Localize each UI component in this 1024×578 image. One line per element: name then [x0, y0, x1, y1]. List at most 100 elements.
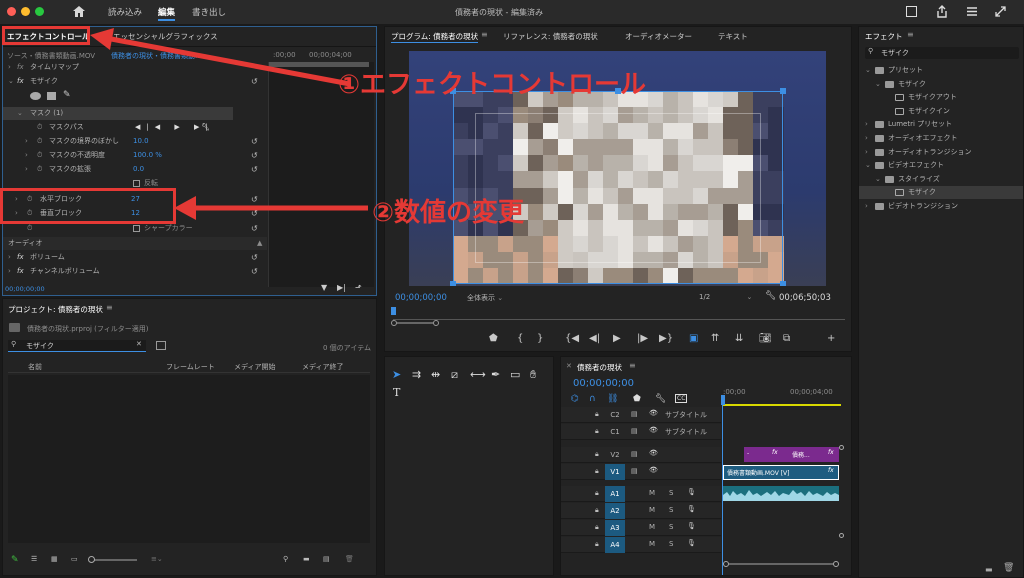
- mute-button[interactable]: M: [649, 540, 655, 548]
- timeline-playhead[interactable]: [721, 395, 725, 405]
- sync-lock-icon[interactable]: ▤: [631, 467, 638, 475]
- chevron-down-icon[interactable]: ⌄: [875, 173, 881, 186]
- track-header-a3[interactable]: 🔒︎ A3 M S 🎙︎: [561, 520, 721, 536]
- tab-reference[interactable]: リファレンス: 債務者の現状: [503, 31, 598, 42]
- solo-button[interactable]: S: [669, 489, 673, 497]
- ec-timecode[interactable]: 00;00;00;00: [5, 285, 45, 293]
- track-name[interactable]: V1: [605, 464, 625, 480]
- col-media-start[interactable]: メディア開始: [234, 362, 276, 372]
- nest-icon[interactable]: ⌬: [571, 394, 579, 404]
- list-view-icon[interactable]: ☰: [31, 555, 37, 563]
- chevron-right-icon[interactable]: ›: [865, 132, 868, 145]
- effects-tree-item[interactable]: モザイクアウト: [859, 91, 1023, 104]
- rect-mask-icon[interactable]: [47, 92, 56, 100]
- inverted-checkbox[interactable]: [133, 180, 140, 187]
- solo-button[interactable]: S: [669, 523, 673, 531]
- tab-edit[interactable]: 編集: [158, 6, 176, 21]
- track-name[interactable]: A1: [605, 486, 625, 502]
- lock-icon[interactable]: 🔒︎: [595, 427, 599, 436]
- effects-tree-item[interactable]: › オーディオエフェクト: [859, 132, 1023, 145]
- track-select-tool-icon[interactable]: ⇉: [412, 368, 421, 381]
- playhead-marker[interactable]: [391, 307, 396, 315]
- tab-audio-meter[interactable]: オーディオメーター: [625, 31, 692, 42]
- col-name[interactable]: 名前: [28, 362, 42, 372]
- lock-icon[interactable]: 🔒︎: [595, 523, 599, 532]
- delete-icon[interactable]: 🗑︎: [345, 555, 354, 563]
- captions-icon[interactable]: CC: [675, 394, 688, 403]
- linked-selection-icon[interactable]: ⛓︎: [607, 394, 618, 404]
- chevron-right-icon[interactable]: ›: [865, 146, 868, 159]
- find-icon[interactable]: ⚲: [283, 555, 288, 563]
- sharp-colors-checkbox[interactable]: [133, 225, 140, 232]
- track-name[interactable]: A4: [605, 537, 625, 553]
- delete-icon[interactable]: 🗑︎: [1003, 563, 1014, 573]
- effects-search-field[interactable]: ⚲ モザイク: [865, 47, 1019, 59]
- effects-tree-item[interactable]: ⌄ プリセット: [859, 64, 1023, 77]
- tab-export[interactable]: 書き出し: [192, 6, 226, 18]
- audio-section-header[interactable]: オーディオ ▲: [3, 237, 267, 250]
- track-header-v2[interactable]: 🔒︎ V2 ▤ 👁︎: [561, 447, 721, 463]
- maximize-window-button[interactable]: [35, 7, 44, 16]
- home-icon[interactable]: [72, 5, 86, 18]
- selection-tool-icon[interactable]: ➤: [392, 368, 401, 381]
- reset-icon[interactable]: ↺: [251, 251, 258, 264]
- lock-icon[interactable]: 🔒︎: [595, 540, 599, 549]
- track-name[interactable]: A3: [605, 520, 625, 536]
- eye-icon[interactable]: 👁︎: [649, 409, 658, 417]
- eye-icon[interactable]: 👁︎: [649, 449, 658, 457]
- timeline-scroll-handle[interactable]: [839, 445, 844, 450]
- track-header-a4[interactable]: 🔒︎ A4 M S 🎙︎: [561, 537, 721, 553]
- new-bin-icon[interactable]: ▬: [303, 555, 310, 563]
- lock-icon[interactable]: 🔒︎: [595, 467, 599, 476]
- go-to-out-button[interactable]: ▶}: [659, 333, 673, 344]
- timeline-scroll-handle[interactable]: [839, 533, 844, 538]
- microphone-icon[interactable]: 🎙︎: [687, 539, 696, 547]
- timeline-h-scrollbar[interactable]: [723, 561, 841, 567]
- type-tool-icon[interactable]: T: [393, 386, 400, 399]
- safe-margins-button[interactable]: ▣: [689, 333, 698, 344]
- effects-tree-item[interactable]: ⌄ モザイク: [859, 78, 1023, 91]
- track-header-c1[interactable]: 🔒︎ C1 ▤ 👁︎ サブタイトル: [561, 424, 721, 440]
- hand-tool-icon[interactable]: ✋︎: [530, 368, 536, 382]
- add-marker-icon[interactable]: ⬟: [633, 394, 641, 404]
- microphone-icon[interactable]: 🎙︎: [687, 505, 696, 513]
- close-window-button[interactable]: [7, 7, 16, 16]
- lock-icon[interactable]: 🔒︎: [595, 506, 599, 515]
- program-scrubber[interactable]: [393, 310, 845, 320]
- mute-button[interactable]: M: [649, 489, 655, 497]
- slip-tool-icon[interactable]: ⟷: [470, 368, 486, 381]
- reset-icon[interactable]: ↺: [251, 163, 258, 176]
- effects-tree-item[interactable]: › ビデオトランジション: [859, 200, 1023, 213]
- lock-icon[interactable]: 🔒︎: [595, 410, 599, 419]
- mark-out-button[interactable]: }: [537, 333, 543, 344]
- chevron-right-icon[interactable]: ›: [865, 200, 868, 213]
- pen-tool-icon[interactable]: ✒: [491, 368, 500, 381]
- effects-tree-item[interactable]: ⌄ スタイライズ: [859, 173, 1023, 186]
- minimize-window-button[interactable]: [21, 7, 30, 16]
- mute-button[interactable]: M: [649, 506, 655, 514]
- program-timecode[interactable]: 00;00;00;00: [395, 293, 447, 303]
- track-name[interactable]: C2: [605, 407, 625, 423]
- step-forward-button[interactable]: |▶: [637, 333, 648, 344]
- chevron-down-icon[interactable]: ⌄: [865, 159, 871, 172]
- sync-lock-icon[interactable]: ▤: [631, 410, 638, 418]
- ellipse-mask-icon[interactable]: [30, 92, 41, 100]
- chevron-down-icon[interactable]: ⌄: [865, 64, 871, 77]
- reset-icon[interactable]: ↺: [251, 149, 258, 162]
- source-label[interactable]: ソース・債務書類動画.MOV: [7, 51, 95, 61]
- eye-icon[interactable]: 👁︎: [649, 426, 658, 434]
- icon-view-icon[interactable]: ▦: [51, 555, 58, 563]
- sequence-tab[interactable]: 債務者の現状: [577, 362, 622, 373]
- sync-lock-icon[interactable]: ▤: [631, 427, 638, 435]
- share-icon[interactable]: [936, 5, 948, 18]
- play-button[interactable]: ▶: [613, 333, 621, 344]
- lift-button[interactable]: ⇈: [711, 333, 719, 344]
- track-name[interactable]: C1: [605, 424, 625, 440]
- zoom-slider[interactable]: [88, 556, 137, 563]
- fit-dropdown[interactable]: 全体表示 ⌄: [467, 293, 503, 303]
- track-header-v1[interactable]: 🔒︎ V1 ▤ 👁︎: [561, 464, 721, 480]
- button-editor-button[interactable]: +: [827, 333, 835, 344]
- close-sequence-icon[interactable]: ✕: [566, 362, 572, 370]
- effects-tree-item[interactable]: モザイク: [859, 186, 1023, 200]
- effects-tree-item[interactable]: モザイクイン: [859, 105, 1023, 118]
